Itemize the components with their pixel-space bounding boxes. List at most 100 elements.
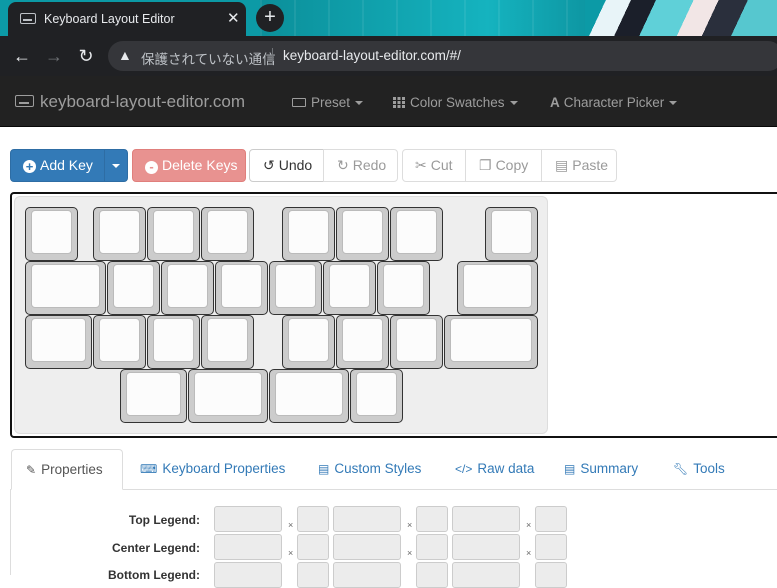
- key[interactable]: [107, 261, 160, 315]
- bottom-legend-color-input[interactable]: [416, 562, 448, 588]
- key[interactable]: [444, 315, 538, 369]
- key[interactable]: [485, 207, 538, 261]
- keycap: [329, 264, 370, 308]
- key[interactable]: [350, 369, 403, 423]
- top-legend-color-input[interactable]: [297, 506, 329, 532]
- keyboard-icon: [20, 13, 36, 24]
- key[interactable]: [93, 315, 146, 369]
- tab-custom-styles-label: Custom Styles: [334, 461, 422, 476]
- close-icon[interactable]: ✕: [227, 9, 240, 27]
- preset-menu[interactable]: Preset: [292, 95, 364, 110]
- key[interactable]: [282, 315, 335, 369]
- redo-button[interactable]: ↻ Redo: [323, 149, 398, 182]
- paste-label: Paste: [572, 157, 609, 173]
- key[interactable]: [147, 315, 200, 369]
- tab-properties[interactable]: ✎ Properties: [11, 449, 123, 490]
- center-legend-input[interactable]: [333, 534, 401, 560]
- plus-circle-icon: +: [23, 160, 36, 173]
- key[interactable]: [25, 315, 92, 369]
- key[interactable]: [390, 315, 443, 369]
- key[interactable]: [336, 315, 389, 369]
- tab-keyboard-properties-label: Keyboard Properties: [162, 461, 286, 476]
- new-tab-button[interactable]: +: [256, 4, 284, 32]
- tab-custom-styles[interactable]: ▤ Custom Styles: [318, 449, 421, 490]
- key[interactable]: [120, 369, 187, 423]
- key[interactable]: [147, 207, 200, 261]
- bottom-legend-input[interactable]: [333, 562, 401, 588]
- key[interactable]: [188, 369, 268, 423]
- top-legend-input[interactable]: [333, 506, 401, 532]
- tab-summary[interactable]: ▤ Summary: [564, 449, 638, 490]
- security-status[interactable]: 保護されていない通信: [141, 48, 276, 68]
- key[interactable]: [215, 261, 268, 315]
- keyboard-icon: [292, 98, 306, 107]
- key[interactable]: [457, 261, 538, 315]
- center-legend-color-input[interactable]: [535, 534, 567, 560]
- swap-icon[interactable]: ×: [288, 548, 293, 558]
- keycap: [450, 318, 532, 362]
- cut-button[interactable]: ✂ Cut: [402, 149, 466, 182]
- key[interactable]: [269, 369, 349, 423]
- keycap: [275, 372, 343, 416]
- undo-button[interactable]: ↺ Undo: [249, 149, 324, 182]
- key[interactable]: [323, 261, 376, 315]
- bottom-legend-input[interactable]: [452, 562, 520, 588]
- tab-keyboard-properties[interactable]: ⌨ Keyboard Properties: [140, 449, 285, 490]
- key[interactable]: [25, 261, 106, 315]
- chevron-down-icon: [355, 101, 364, 105]
- address-bar[interactable]: ▲ 保護されていない通信 keyboard-layout-editor.com/…: [108, 41, 777, 71]
- top-legend-input[interactable]: [214, 506, 282, 532]
- center-legend-input[interactable]: [452, 534, 520, 560]
- swap-icon[interactable]: ×: [288, 520, 293, 530]
- keycap: [275, 264, 316, 308]
- chevron-down-icon: [509, 101, 518, 105]
- add-key-button[interactable]: + Add Key: [10, 149, 105, 182]
- url-text[interactable]: keyboard-layout-editor.com/#/: [283, 48, 461, 63]
- redo-icon: ↻: [337, 157, 349, 173]
- key[interactable]: [390, 207, 443, 261]
- swap-icon[interactable]: ×: [407, 548, 412, 558]
- key[interactable]: [336, 207, 389, 261]
- keycap: [31, 210, 72, 254]
- swap-icon[interactable]: ×: [526, 520, 531, 530]
- delete-keys-button[interactable]: - Delete Keys: [132, 149, 246, 182]
- tab-title: Keyboard Layout Editor: [44, 12, 175, 26]
- warning-icon[interactable]: ▲: [118, 47, 132, 63]
- key[interactable]: [282, 207, 335, 261]
- bottom-legend-color-input[interactable]: [297, 562, 329, 588]
- key[interactable]: [377, 261, 430, 315]
- back-icon[interactable]: ←: [10, 44, 34, 68]
- key[interactable]: [201, 207, 254, 261]
- center-legend-input[interactable]: [214, 534, 282, 560]
- center-legend-color-input[interactable]: [297, 534, 329, 560]
- preset-menu-label: Preset: [311, 95, 351, 110]
- forward-icon[interactable]: →: [42, 44, 66, 68]
- keycap: [207, 210, 248, 254]
- brand-link[interactable]: keyboard-layout-editor.com: [15, 92, 245, 112]
- key[interactable]: [93, 207, 146, 261]
- add-key-dropdown-button[interactable]: [104, 149, 128, 182]
- swap-icon[interactable]: ×: [526, 548, 531, 558]
- document-icon: ▤: [564, 462, 576, 476]
- bottom-legend-input[interactable]: [214, 562, 282, 588]
- top-legend-input[interactable]: [452, 506, 520, 532]
- character-picker-menu[interactable]: A Character Picker: [550, 95, 678, 110]
- paste-button[interactable]: ▤ Paste: [541, 149, 617, 182]
- browser-tab[interactable]: Keyboard Layout Editor ✕: [8, 2, 246, 36]
- copy-icon: ❐: [479, 157, 492, 173]
- top-legend-color-input[interactable]: [416, 506, 448, 532]
- color-swatches-menu[interactable]: Color Swatches: [393, 95, 518, 110]
- key[interactable]: [201, 315, 254, 369]
- copy-button[interactable]: ❐ Copy: [465, 149, 542, 182]
- bottom-legend-color-input[interactable]: [535, 562, 567, 588]
- key[interactable]: [25, 207, 78, 261]
- swap-icon[interactable]: ×: [407, 520, 412, 530]
- tab-tools[interactable]: 🔧︎ Tools: [673, 449, 725, 490]
- center-legend-color-input[interactable]: [416, 534, 448, 560]
- key[interactable]: [161, 261, 214, 315]
- key[interactable]: [269, 261, 322, 315]
- keycap: [221, 264, 262, 308]
- top-legend-color-input[interactable]: [535, 506, 567, 532]
- tab-raw-data[interactable]: </> Raw data: [455, 449, 534, 490]
- reload-icon[interactable]: ↻: [74, 44, 98, 68]
